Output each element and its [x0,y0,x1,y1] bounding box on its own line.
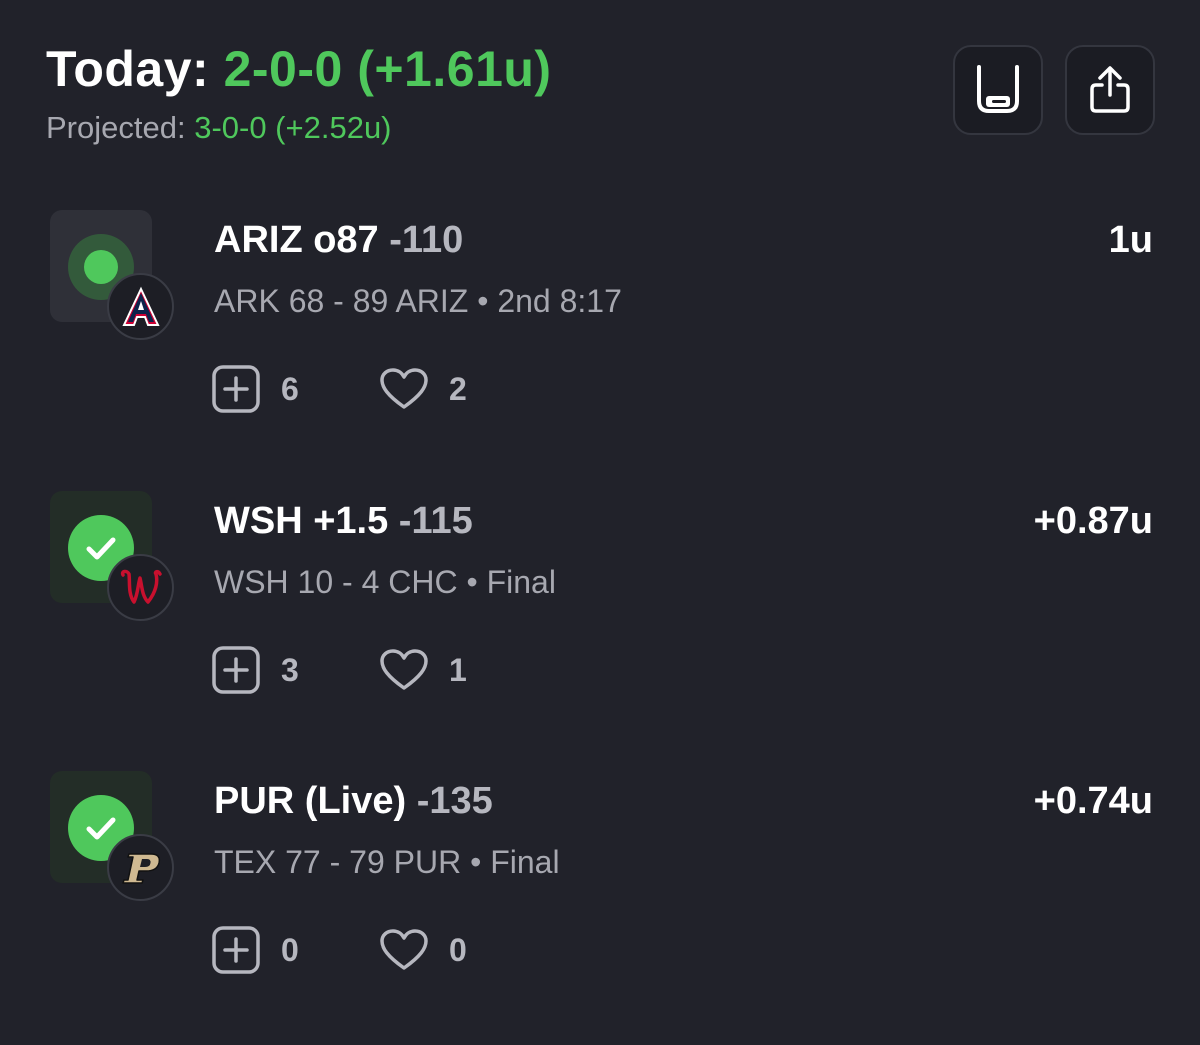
bet-score-line: WSH 10 - 4 CHC • Final [214,561,556,603]
plus-square-icon [212,926,260,974]
share-icon [1090,66,1130,113]
bet-pick: PUR (Live) [214,780,407,822]
game-status: Final [490,844,560,880]
cup-button[interactable] [953,45,1043,135]
bet-units: +0.87u [1033,500,1153,542]
like-count: 0 [449,931,467,968]
projected-value: 3-0-0 (+2.52u) [194,110,392,145]
today-record: Today: 2-0-0 (+1.61u) [46,38,552,100]
like-count: 1 [449,651,467,688]
bet-odds: -110 [389,219,464,261]
bets-screen: Today: 2-0-0 (+1.61u) Projected: 3-0-0 (… [0,0,1200,1045]
plus-square-icon [212,646,260,694]
arizona-logo-icon [121,286,160,326]
game-score: TEX 77 - 79 PUR [214,844,462,880]
today-value: 2-0-0 (+1.61u) [223,41,552,97]
team-logo [107,834,174,901]
game-score: ARK 68 - 89 ARIZ [214,283,469,319]
bet-card[interactable]: PUR (Live) -135 +0.74u TEX 77 - 79 PUR •… [0,771,1200,1031]
bet-card[interactable]: ARIZ o87 -110 1u ARK 68 - 89 ARIZ • 2nd … [0,210,1200,470]
separator-dot: • [477,283,489,319]
bet-odds: -135 [416,780,493,822]
bet-score-line: TEX 77 - 79 PUR • Final [214,841,560,883]
bet-title: ARIZ o87 -110 [214,216,463,264]
game-score: WSH 10 - 4 CHC [214,564,458,600]
bet-title: PUR (Live) -135 [214,777,493,825]
like-button[interactable]: 1 [379,645,467,695]
team-logo [107,554,174,621]
heart-icon [380,929,428,970]
tail-button[interactable]: 3 [211,645,299,695]
tail-button[interactable]: 0 [211,925,299,975]
purdue-logo-icon [121,852,160,884]
bet-score-line: ARK 68 - 89 ARIZ • 2nd 8:17 [214,280,622,322]
record-summary: Today: 2-0-0 (+1.61u) Projected: 3-0-0 (… [46,38,552,148]
bet-odds: -115 [398,500,473,542]
separator-dot: • [470,844,482,880]
share-button[interactable] [1065,45,1155,135]
tail-count: 6 [281,370,299,407]
bet-card[interactable]: WSH +1.5 -115 +0.87u WSH 10 - 4 CHC • Fi… [0,491,1200,751]
projected-label: Projected: [46,110,186,145]
cup-icon [977,65,1019,113]
tail-count: 3 [281,651,299,688]
nationals-logo-icon [120,569,162,604]
bet-pick: WSH +1.5 [214,500,389,542]
like-count: 2 [449,370,467,407]
team-logo [107,273,174,340]
separator-dot: • [466,564,478,600]
game-status: Final [486,564,556,600]
like-button[interactable]: 0 [379,925,467,975]
bet-title: WSH +1.5 -115 [214,497,473,545]
plus-square-icon [212,365,260,413]
projected-record: Projected: 3-0-0 (+2.52u) [46,108,552,148]
bet-units: 1u [1108,219,1153,261]
today-label: Today: [46,41,210,97]
bet-units: +0.74u [1033,780,1153,822]
bet-pick: ARIZ o87 [214,219,379,261]
game-status: 2nd 8:17 [497,283,622,319]
heart-icon [380,368,428,409]
tail-button[interactable]: 6 [211,364,299,414]
tail-count: 0 [281,931,299,968]
like-button[interactable]: 2 [379,364,467,414]
heart-icon [380,649,428,690]
